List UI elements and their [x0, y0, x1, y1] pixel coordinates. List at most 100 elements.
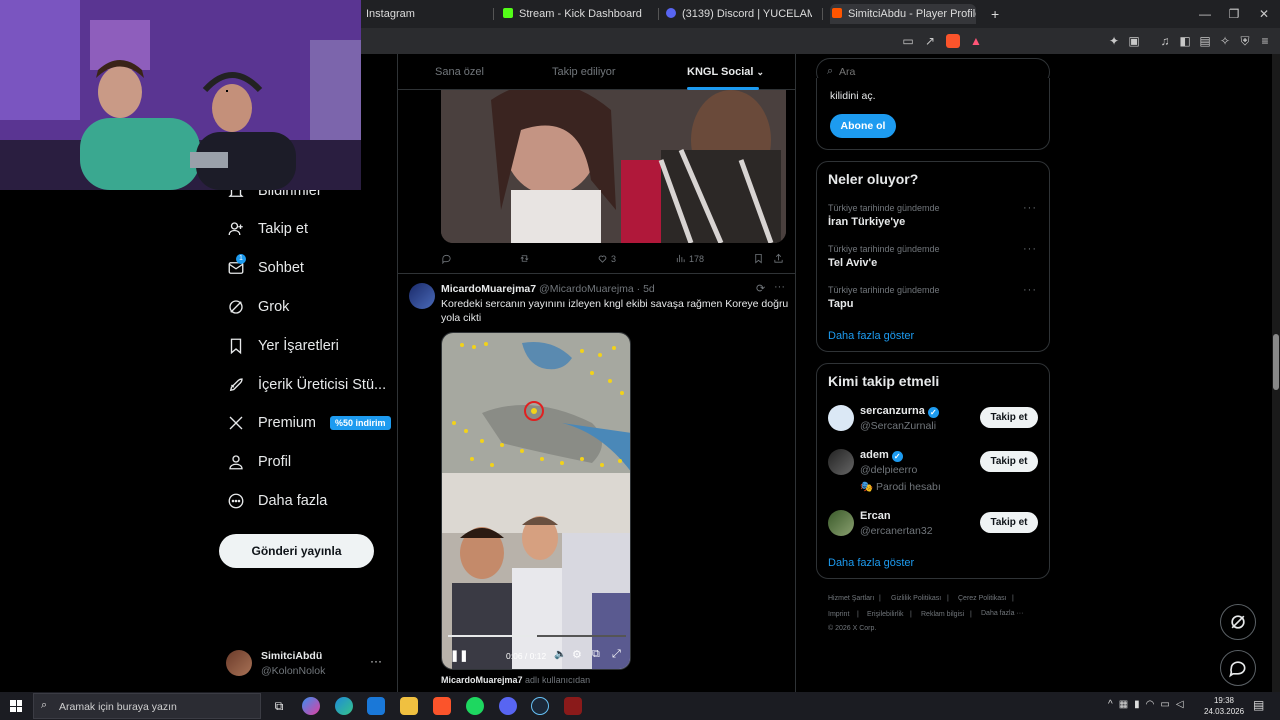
post-video[interactable]: ❚❚ 0:06 / 0:12 🔈 ⚙ ⧉ ⤢	[441, 332, 631, 670]
trends-show-more-link[interactable]: Daha fazla göster	[828, 330, 914, 342]
scrollbar-thumb[interactable]	[1273, 334, 1279, 390]
media-icon[interactable]: ♫	[1158, 34, 1172, 48]
repost-button[interactable]	[519, 253, 533, 264]
account-more-icon[interactable]: ···	[370, 654, 382, 668]
subscribe-button[interactable]: Abone ol	[830, 114, 896, 138]
edge-icon[interactable]	[335, 697, 353, 715]
nav-premium[interactable]: Premium %50 indirim	[226, 409, 391, 437]
volume-icon[interactable]: 🔈	[554, 649, 566, 660]
user-name[interactable]: Ercan	[860, 510, 891, 522]
new-tab-button[interactable]: +	[991, 4, 1003, 24]
user-name[interactable]: sercanzurna ✓	[860, 405, 939, 418]
tab-faceit[interactable]: SimitciAbdu - Player Profile - FACEIT	[830, 4, 976, 24]
follow-button[interactable]: Takip et	[980, 512, 1038, 533]
show-hidden-icon[interactable]: ^	[1108, 699, 1119, 710]
trend-more-icon[interactable]: ···	[1023, 202, 1037, 214]
user-name[interactable]: adem ✓	[860, 449, 903, 462]
tab-following[interactable]: Takip ediliyor	[552, 66, 616, 78]
footer-link[interactable]: Hizmet Şartları	[828, 595, 874, 602]
attribution-user[interactable]: MicardoMuarejma7	[441, 675, 523, 685]
steam-icon[interactable]	[531, 697, 549, 715]
post-image[interactable]	[441, 90, 786, 243]
copilot-icon[interactable]	[302, 697, 320, 715]
tab-kick[interactable]: Stream - Kick Dashboard	[503, 4, 653, 24]
trend-more-icon[interactable]: ···	[1023, 284, 1037, 296]
pause-icon[interactable]: ❚❚	[450, 649, 468, 662]
grok-post-icon[interactable]: ⟳	[756, 282, 765, 295]
pip-icon[interactable]: ⧉	[592, 648, 600, 661]
file-explorer-icon[interactable]	[400, 697, 418, 715]
trend-more-icon[interactable]: ···	[1023, 243, 1037, 255]
brave-rewards-icon[interactable]: ▲	[969, 34, 983, 48]
share-button[interactable]	[773, 253, 787, 264]
start-icon[interactable]	[10, 700, 22, 712]
follow-button[interactable]: Takip et	[980, 407, 1038, 428]
nav-follow[interactable]: Takip et	[226, 215, 308, 243]
footer-link[interactable]: Reklam bilgisi	[921, 611, 964, 618]
fullscreen-icon[interactable]: ⤢	[612, 648, 621, 661]
faceit-app-icon[interactable]	[564, 697, 582, 715]
leo-icon[interactable]: ✧	[1218, 34, 1232, 48]
extensions-icon[interactable]: ✦	[1107, 34, 1121, 48]
nav-more[interactable]: Daha fazla	[226, 487, 327, 515]
wallet-icon[interactable]: ▤	[1198, 34, 1212, 48]
vpn-icon[interactable]: ⛨	[1238, 34, 1252, 48]
follow-show-more-link[interactable]: Daha fazla göster	[828, 557, 914, 569]
post-button[interactable]: Gönderi yayınla	[219, 534, 374, 568]
post-handle[interactable]: @MicardoMuarejma	[539, 283, 634, 295]
reply-button[interactable]	[441, 253, 455, 264]
post-avatar[interactable]	[409, 283, 435, 309]
tab-discord[interactable]: (3139) Discord | YUCELAMCCIKK KÖ	[666, 4, 812, 24]
post-more-icon[interactable]: ···	[774, 281, 785, 293]
footer-link[interactable]: Daha fazla ···	[981, 610, 1023, 617]
tab-kngl-social[interactable]: KNGL Social ⌄	[687, 66, 764, 78]
taskbar-search[interactable]: ⌕ Aramak için buraya yazın	[33, 693, 261, 719]
menu-icon[interactable]: ≡	[1258, 34, 1272, 48]
network-icon[interactable]: ▦	[1119, 699, 1134, 710]
grok-float-button[interactable]	[1220, 604, 1256, 640]
cast-icon[interactable]: ▭	[901, 34, 915, 48]
follow-button[interactable]: Takip et	[980, 451, 1038, 472]
clock[interactable]: 19:38 24.03.2026	[1204, 695, 1244, 717]
wifi-icon[interactable]: ◠	[1146, 699, 1161, 710]
tab-for-you[interactable]: Sana özel	[435, 66, 484, 78]
account-switcher[interactable]: SimitciAbdü @KolonNolok ···	[226, 648, 386, 680]
post-author[interactable]: MicardoMuarejma7	[441, 283, 536, 295]
post-time[interactable]: · 5d	[637, 283, 655, 295]
minimize-icon[interactable]: —	[1198, 7, 1212, 21]
nav-chat[interactable]: 1 Sohbet	[226, 254, 304, 282]
footer-link[interactable]: Erişilebilirlik	[867, 611, 904, 618]
sidebar-icon[interactable]: ◧	[1178, 34, 1192, 48]
close-icon[interactable]: ✕	[1257, 7, 1271, 21]
nav-bookmarks[interactable]: Yer İşaretleri	[226, 332, 339, 360]
nav-creator-studio[interactable]: İçerik Üreticisi Stü...	[226, 371, 386, 399]
messages-float-button[interactable]	[1220, 650, 1256, 686]
volume-icon[interactable]: ◁	[1176, 699, 1190, 710]
footer-link[interactable]: Imprint	[828, 611, 849, 618]
footer-link[interactable]: Gizlilik Politikası	[891, 595, 941, 602]
video-progress-track[interactable]	[448, 635, 626, 637]
settings-icon[interactable]: ⚙	[572, 648, 582, 661]
task-view-icon[interactable]: ⧉	[270, 697, 288, 715]
bookmark-button[interactable]	[753, 253, 767, 264]
restore-icon[interactable]: ❐	[1227, 7, 1241, 21]
notification-icon[interactable]: ▤	[1253, 698, 1264, 712]
mic-icon[interactable]: ▮	[1134, 699, 1146, 710]
nav-profile[interactable]: Profil	[226, 448, 291, 476]
footer-link[interactable]: Çerez Politikası	[958, 595, 1007, 602]
avatar[interactable]	[828, 449, 854, 475]
like-button[interactable]: 3	[597, 253, 616, 264]
views-button[interactable]: 178	[675, 253, 704, 264]
tab-instagram[interactable]: Instagram	[366, 4, 486, 24]
spotify-icon[interactable]	[466, 697, 484, 715]
avatar[interactable]	[828, 405, 854, 431]
brave-browser-icon[interactable]	[433, 697, 451, 715]
nav-grok[interactable]: Grok	[226, 293, 289, 321]
screenshot-icon[interactable]: ▣	[1127, 34, 1141, 48]
discord-icon[interactable]	[499, 697, 517, 715]
battery-icon[interactable]: ▭	[1160, 699, 1175, 710]
store-icon[interactable]	[367, 697, 385, 715]
brave-shield-icon[interactable]	[946, 34, 960, 48]
scrollbar[interactable]	[1272, 54, 1280, 692]
avatar[interactable]	[828, 510, 854, 536]
